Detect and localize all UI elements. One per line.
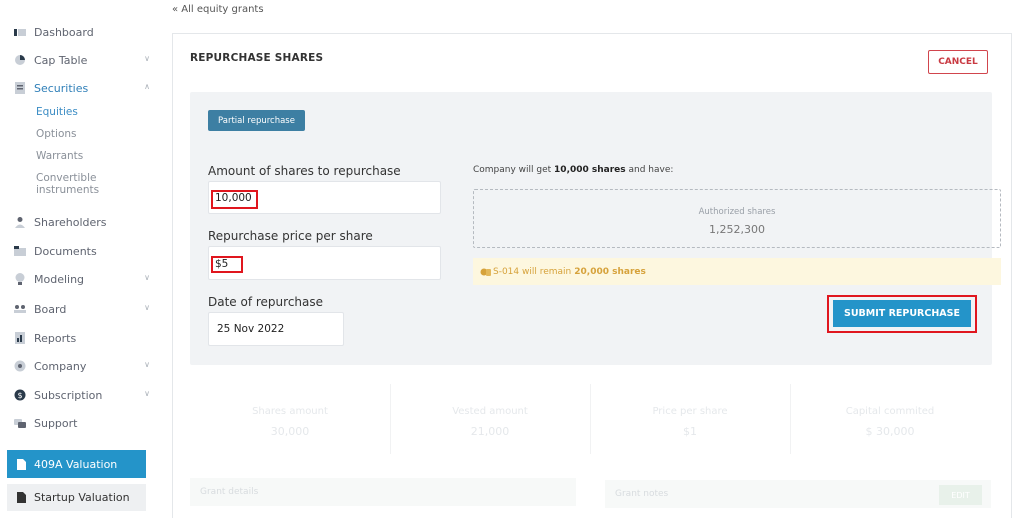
stat-value: $ 30,000 xyxy=(865,425,915,438)
authorized-shares-box xyxy=(473,189,1001,248)
sidebar-item-label: Modeling xyxy=(34,272,85,286)
chevron-down-icon[interactable]: ∨ xyxy=(144,273,150,282)
grant-notes-header: Grant notes xyxy=(605,480,991,508)
authorized-shares-label: Authorized shares xyxy=(698,207,776,217)
sidebar-item-cap-table[interactable]: Cap Table ∨ xyxy=(14,50,150,70)
sidebar-item-label: Company xyxy=(34,359,87,373)
chevron-down-icon[interactable]: ∨ xyxy=(144,389,150,398)
sidebar-item-reports[interactable]: Reports xyxy=(14,328,150,348)
sidebar-item-shareholders[interactable]: Shareholders xyxy=(14,212,150,232)
sidebar-item-label: Reports xyxy=(34,331,77,345)
price-value: $5 xyxy=(215,258,229,270)
sidebar: Dashboard Cap Table ∨ Securities ∧ Equit… xyxy=(0,0,158,518)
divider xyxy=(390,384,391,454)
back-link[interactable]: « All equity grants xyxy=(172,4,264,15)
sidebar-subitem-instruments[interactable]: instruments xyxy=(36,184,99,196)
document-icon xyxy=(14,82,26,94)
divider xyxy=(590,384,591,454)
sidebar-item-securities[interactable]: Securities ∧ xyxy=(14,78,150,98)
authorized-shares-value: 1,252,300 xyxy=(709,223,765,236)
sidebar-item-label: Documents xyxy=(34,244,97,258)
sidebar-item-company[interactable]: Company ∨ xyxy=(14,356,150,376)
cancel-button[interactable]: CANCEL xyxy=(928,50,988,74)
stat-value: 30,000 xyxy=(270,425,310,438)
submit-repurchase-button[interactable]: SUBMIT REPURCHASE xyxy=(833,300,971,327)
chevron-up-icon[interactable]: ∧ xyxy=(144,82,150,91)
sidebar-item-modeling[interactable]: Modeling ∨ xyxy=(14,269,150,289)
page-title: REPURCHASE SHARES xyxy=(190,52,324,64)
sidebar-item-label: Securities xyxy=(34,81,89,95)
sidebar-item-label: Dashboard xyxy=(34,25,94,39)
stat-label: Capital commited xyxy=(845,406,935,417)
group-icon xyxy=(14,303,26,315)
startup-valuation-label: Startup Valuation xyxy=(34,491,130,504)
support-icon xyxy=(14,417,26,429)
valuation-409a-button[interactable]: 409A Valuation xyxy=(7,450,146,478)
file-icon xyxy=(17,458,26,470)
sidebar-subitem-convertible[interactable]: Convertible xyxy=(36,172,96,184)
grant-details-header: Grant details xyxy=(190,478,576,506)
date-label: Date of repurchase xyxy=(208,295,324,309)
sidebar-item-subscription[interactable]: $ Subscription ∨ xyxy=(14,385,150,405)
stat-label: Shares amount xyxy=(252,406,328,417)
sidebar-item-label: Board xyxy=(34,302,67,316)
sidebar-item-label: Shareholders xyxy=(34,215,107,229)
amount-label: Amount of shares to repurchase xyxy=(208,164,401,178)
stat-value: 21,000 xyxy=(470,425,510,438)
chevron-down-icon[interactable]: ∨ xyxy=(144,303,150,312)
sidebar-item-documents[interactable]: Documents xyxy=(14,241,150,261)
file-icon xyxy=(17,492,26,503)
price-label: Repurchase price per share xyxy=(208,229,373,243)
sidebar-subitem-equities[interactable]: Equities xyxy=(36,106,78,118)
pie-chart-icon xyxy=(14,54,26,66)
bulb-icon xyxy=(14,273,26,285)
sidebar-item-support[interactable]: Support xyxy=(14,413,150,433)
chevron-down-icon[interactable]: ∨ xyxy=(144,360,150,369)
person-icon xyxy=(14,216,26,228)
partial-repurchase-tag[interactable]: Partial repurchase xyxy=(208,110,305,131)
stat-label: Vested amount xyxy=(452,406,528,417)
sidebar-subitem-warrants[interactable]: Warrants xyxy=(36,150,83,162)
remain-notice: S-014 will remain 20,000 shares xyxy=(473,258,1001,285)
sidebar-item-dashboard[interactable]: Dashboard xyxy=(14,22,150,42)
divider xyxy=(790,384,791,454)
folder-icon xyxy=(14,245,26,257)
chevron-down-icon[interactable]: ∨ xyxy=(144,54,150,63)
svg-text:$: $ xyxy=(17,391,22,400)
report-icon xyxy=(14,332,26,344)
amount-value: 10,000 xyxy=(215,192,252,204)
edit-button[interactable]: EDIT xyxy=(939,485,982,505)
stat-value: $1 xyxy=(683,425,697,438)
dashboard-icon xyxy=(14,26,26,38)
company-get-text: Company will get 10,000 shares and have: xyxy=(473,165,674,175)
sidebar-subitem-options[interactable]: Options xyxy=(36,128,77,140)
sidebar-item-board[interactable]: Board ∨ xyxy=(14,299,150,319)
stat-label: Price per share xyxy=(652,406,728,417)
startup-valuation-button[interactable]: Startup Valuation xyxy=(7,484,146,511)
building-icon xyxy=(14,360,26,372)
dollar-icon: $ xyxy=(14,389,26,401)
date-value: 25 Nov 2022 xyxy=(217,323,285,335)
valuation-409a-label: 409A Valuation xyxy=(34,457,118,471)
coins-icon xyxy=(480,267,491,277)
sidebar-item-label: Support xyxy=(34,416,78,430)
sidebar-item-label: Cap Table xyxy=(34,53,88,67)
sidebar-item-label: Subscription xyxy=(34,388,103,402)
